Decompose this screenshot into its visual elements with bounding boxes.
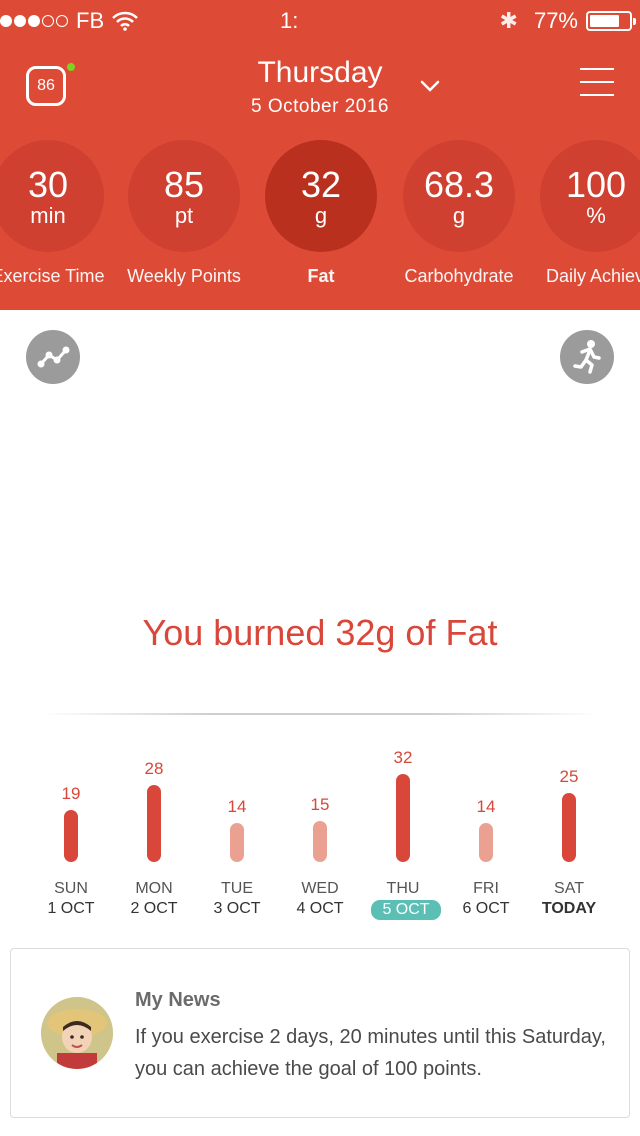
news-body: If you exercise 2 days, 20 minutes until… (135, 1026, 606, 1080)
stat-label: Exercise Time (0, 266, 105, 286)
stat-value: 68.3 (423, 164, 495, 205)
stat-daily-achievement[interactable]: 100 % Daily Achiev (526, 140, 640, 287)
stat-circle: 30 min (0, 140, 104, 252)
day-bar (479, 823, 493, 862)
day-column[interactable]: 19 SUN 1 OCT (31, 740, 111, 920)
day-value: 15 (310, 795, 330, 814)
score-badge[interactable]: 86 (26, 63, 75, 106)
news-card[interactable]: My News If you exercise 2 days, 20 minut… (10, 948, 630, 1118)
battery-icon (586, 11, 636, 31)
stats-row: 30 min Exercise Time 85 pt Weekly Points… (0, 140, 640, 310)
day-date: 2 OCT (130, 900, 178, 917)
chevron-down-icon[interactable] (418, 74, 442, 98)
status-bar: FB 1: ✱ 77% (0, 0, 640, 40)
score-value: 86 (37, 77, 55, 94)
day-bar (562, 793, 576, 862)
day-value: 14 (476, 797, 496, 816)
avatar (41, 997, 113, 1069)
day-name: MON (135, 880, 173, 897)
day-name: FRI (473, 880, 499, 897)
trend-button[interactable] (26, 330, 80, 384)
day-value: 32 (393, 748, 413, 767)
divider (40, 713, 600, 715)
day-value: 25 (559, 767, 579, 786)
header: FB 1: ✱ 77% 86 Thursday 5 October 2016 3… (0, 0, 640, 310)
stat-value: 100 (565, 164, 627, 205)
stat-label: Fat (307, 266, 335, 286)
stat-unit: g (452, 203, 466, 228)
stat-unit: min (30, 203, 66, 228)
day-date: 3 OCT (213, 900, 261, 917)
stat-unit: % (586, 203, 606, 228)
day-bar (313, 821, 327, 862)
carrier-name: FB (76, 8, 105, 33)
stat-exercise-time[interactable]: 30 min Exercise Time (0, 140, 118, 287)
day-date: 1 OCT (47, 900, 95, 917)
burn-headline: You burned 32g of Fat (142, 612, 498, 653)
stat-unit: pt (174, 203, 194, 228)
date-selector[interactable]: Thursday 5 October 2016 (200, 56, 440, 118)
day-date: 4 OCT (296, 900, 344, 917)
stat-circle: 85 pt (128, 140, 240, 252)
stat-weekly-points[interactable]: 85 pt Weekly Points (114, 140, 254, 287)
stat-circle: 68.3 g (403, 140, 515, 252)
selected-date: 5 OCT (371, 900, 441, 920)
menu-icon[interactable] (580, 68, 614, 102)
date-text: 5 October 2016 (251, 96, 389, 117)
stat-unit: g (314, 203, 328, 228)
stat-circle: 100 % (540, 140, 640, 252)
stat-label: Carbohydrate (404, 266, 514, 286)
wifi-icon (112, 11, 139, 31)
day-name: Thursday (257, 56, 383, 89)
day-name: SAT (554, 880, 584, 897)
day-column[interactable]: 25 SAT TODAY (529, 740, 609, 920)
stat-value: 32 (300, 164, 342, 205)
day-column[interactable]: 28 MON 2 OCT (114, 740, 194, 920)
day-bar (147, 785, 161, 862)
day-name: THU (386, 880, 420, 897)
stat-circle: 32 g (265, 140, 377, 252)
weekly-chart: 19 SUN 1 OCT 28 MON 2 OCT 14 TUE 3 OCT 15 WED 4 OCT… (0, 740, 640, 920)
day-value: 19 (61, 784, 81, 803)
day-column[interactable]: 15 WED 4 OCT (280, 740, 360, 920)
day-value: 28 (144, 759, 164, 778)
carrier: FB (0, 8, 139, 34)
online-dot (67, 63, 75, 71)
stat-label: Weekly Points (127, 266, 241, 286)
stat-fat[interactable]: 32 g Fat (251, 140, 391, 287)
day-name: TUE (221, 880, 253, 897)
day-date: 6 OCT (462, 900, 510, 917)
day-bar (396, 774, 410, 862)
stat-label: Daily Achiev (546, 266, 640, 286)
clock: 1: (280, 8, 299, 33)
day-column[interactable]: 14 TUE 3 OCT (197, 740, 277, 920)
day-name: SUN (54, 880, 88, 897)
day-bar (64, 810, 78, 862)
stat-value: 85 (163, 164, 205, 205)
trend-icon (37, 346, 70, 368)
battery-percent: 77% (533, 8, 578, 33)
day-date: TODAY (541, 900, 597, 917)
day-column[interactable]: 32 THU 5 OCT (363, 740, 443, 920)
stat-carbohydrate[interactable]: 68.3 g Carbohydrate (389, 140, 529, 287)
day-name: WED (301, 880, 339, 897)
day-value: 14 (227, 797, 247, 816)
bluetooth-icon: ✱ (499, 8, 518, 33)
exercise-button[interactable] (560, 330, 614, 384)
stat-value: 30 (27, 164, 69, 205)
day-column[interactable]: 14 FRI 6 OCT (446, 740, 526, 920)
running-icon (573, 340, 601, 374)
day-bar (230, 823, 244, 862)
news-title: My News (135, 989, 221, 1011)
